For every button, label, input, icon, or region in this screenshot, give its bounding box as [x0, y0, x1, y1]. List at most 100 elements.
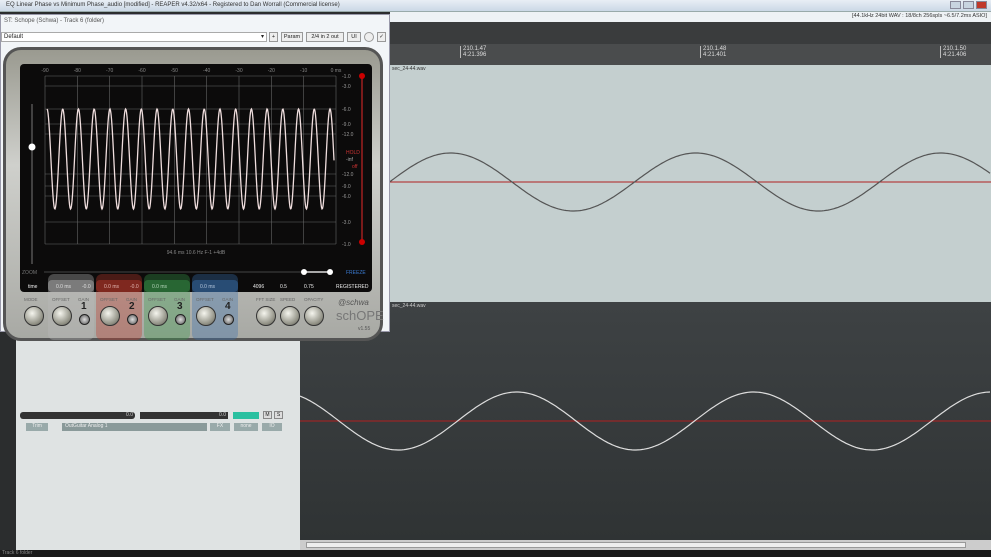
scope-readout: 94.6 ms 10.6 Hz F-1 +4dB	[167, 250, 226, 256]
ruler-time: 4:21.401	[703, 52, 726, 58]
bypass-checkbox[interactable]: ✓	[377, 32, 386, 42]
ch4-gain-knob[interactable]	[223, 314, 234, 325]
time-tick: -30	[235, 68, 242, 74]
ruler-time: 4:21.406	[943, 52, 966, 58]
time-tick: -70	[106, 68, 113, 74]
version-label: v1.55	[358, 326, 370, 332]
inf-label: -inf	[346, 157, 354, 163]
power-icon[interactable]	[364, 32, 374, 42]
opacity-knob[interactable]	[304, 306, 324, 326]
ruler-time: 4:21.396	[463, 52, 486, 58]
maximize-button[interactable]	[963, 1, 974, 9]
media-item-2[interactable]: sec_24-44.wav	[300, 302, 991, 540]
db-tick: -12.0	[342, 172, 354, 178]
knob-label: OPACITY	[304, 297, 323, 302]
input-select[interactable]: OutGuitar Analog 1	[62, 423, 207, 431]
meter	[233, 412, 259, 419]
time-value: time	[28, 284, 38, 290]
knob-label: MODE	[24, 297, 38, 302]
schwa-logo: @schwa	[338, 298, 369, 307]
scroll-thumb[interactable]	[306, 542, 966, 548]
off-label: off	[352, 164, 358, 170]
freeze-button[interactable]: FREEZE	[346, 270, 366, 276]
panel-edge	[0, 330, 16, 550]
zoom-handle-right[interactable]	[327, 269, 333, 275]
toolbar	[390, 22, 991, 44]
opacity-value: 0.75	[304, 284, 314, 290]
horizontal-scrollbar[interactable]	[300, 540, 991, 550]
media-item-1[interactable]: sec_24-44.wav	[390, 65, 991, 302]
channel-number: 3	[177, 301, 183, 312]
db-tick: -9.0	[342, 184, 351, 190]
hold-label: HOLD	[346, 150, 360, 156]
ch1-offset-knob[interactable]	[52, 306, 72, 326]
time-tick: -50	[171, 68, 178, 74]
gain-slider-handle[interactable]	[29, 144, 36, 151]
ch4-offset-knob[interactable]	[196, 306, 216, 326]
fft-value: 4096	[253, 284, 264, 290]
status-bar: Track 6 folder	[0, 550, 991, 557]
fft-size-knob[interactable]	[256, 306, 276, 326]
db-tick: -3.0	[342, 220, 351, 226]
pan-value: 0.0	[219, 412, 226, 418]
time-tick: -90	[41, 68, 48, 74]
offset-label: OFFSET	[148, 297, 166, 302]
db-tick: -12.0	[342, 132, 354, 138]
ch3-offset-knob[interactable]	[148, 306, 168, 326]
ch2-gain-knob[interactable]	[127, 314, 138, 325]
solo-button[interactable]: S	[274, 411, 283, 419]
window-title: EQ Linear Phase vs Minimum Phase_audio […	[6, 2, 340, 8]
trim-button[interactable]: Trim	[26, 423, 48, 431]
channel-1-group	[48, 274, 94, 340]
fx-window: ST: Schope (Schwa) - Track 6 (folder) De…	[0, 14, 390, 332]
ch3-gain-knob[interactable]	[175, 314, 186, 325]
knob-label: SPEED	[280, 297, 295, 302]
fx-button[interactable]: FX	[210, 423, 230, 431]
offset-label: OFFSET	[52, 297, 70, 302]
status-line: [44.1kHz 24bit WAV : 18/8ch 256spls ~6.5…	[390, 12, 991, 22]
offset-label: OFFSET	[196, 297, 214, 302]
preset-dropdown[interactable]: Default ▾	[1, 32, 267, 42]
time-tick: -80	[74, 68, 81, 74]
scope-display: -90-80-70-60-50-40-30-20-100 ms-1.0-3.0-…	[20, 64, 372, 292]
registered-label: REGISTERED	[336, 284, 369, 290]
offset-label: OFFSET	[100, 297, 118, 302]
schope-plugin: -90-80-70-60-50-40-30-20-100 ms-1.0-3.0-…	[3, 47, 383, 341]
minimize-button[interactable]	[950, 1, 961, 9]
channel-2-group	[96, 274, 142, 340]
speed-value: 0.5	[280, 284, 287, 290]
speed-knob[interactable]	[280, 306, 300, 326]
time-tick: -40	[203, 68, 210, 74]
preset-value: Default	[4, 34, 23, 40]
timeline-ruler[interactable]: 210.1.474:21.396 210.1.484:21.401 210.1.…	[390, 44, 991, 66]
automation-mode[interactable]: none	[234, 423, 258, 431]
fx-window-title: ST: Schope (Schwa) - Track 6 (folder)	[4, 18, 104, 24]
ch2-offset-knob[interactable]	[100, 306, 120, 326]
pan-slider[interactable]: 0.0	[140, 412, 228, 419]
ch1-gain-knob[interactable]	[79, 314, 90, 325]
io-routing-button[interactable]: 2/4 in 2 out	[306, 32, 344, 42]
zoom-label: ZOOM	[22, 270, 37, 276]
time-tick: 0 ms	[331, 68, 342, 74]
time-tick: -10	[300, 68, 307, 74]
mute-button[interactable]: M	[263, 411, 272, 419]
channel-number: 1	[81, 301, 87, 312]
hold-handle-top[interactable]	[359, 73, 365, 79]
add-preset-button[interactable]: +	[269, 32, 278, 42]
track-panel	[0, 330, 300, 550]
time-tick: -60	[138, 68, 145, 74]
param-button[interactable]: Param	[281, 32, 303, 42]
ui-button[interactable]: UI	[347, 32, 361, 42]
zoom-handle-left[interactable]	[301, 269, 307, 275]
hold-handle-bottom[interactable]	[359, 239, 365, 245]
io-button[interactable]: IO	[262, 423, 282, 431]
close-button[interactable]	[976, 1, 987, 9]
time-tick: -20	[268, 68, 275, 74]
chevron-down-icon: ▾	[261, 33, 264, 42]
mode-knob[interactable]	[24, 306, 44, 326]
audio-status: [44.1kHz 24bit WAV : 18/8ch 256spls ~6.5…	[852, 13, 987, 19]
track-controls: 0.0 0.0 M S Trim OutGuitar Analog 1 FX n…	[20, 410, 288, 434]
db-tick: -9.0	[342, 122, 351, 128]
volume-fader[interactable]: 0.0	[20, 412, 135, 419]
db-tick: -3.0	[342, 84, 351, 90]
